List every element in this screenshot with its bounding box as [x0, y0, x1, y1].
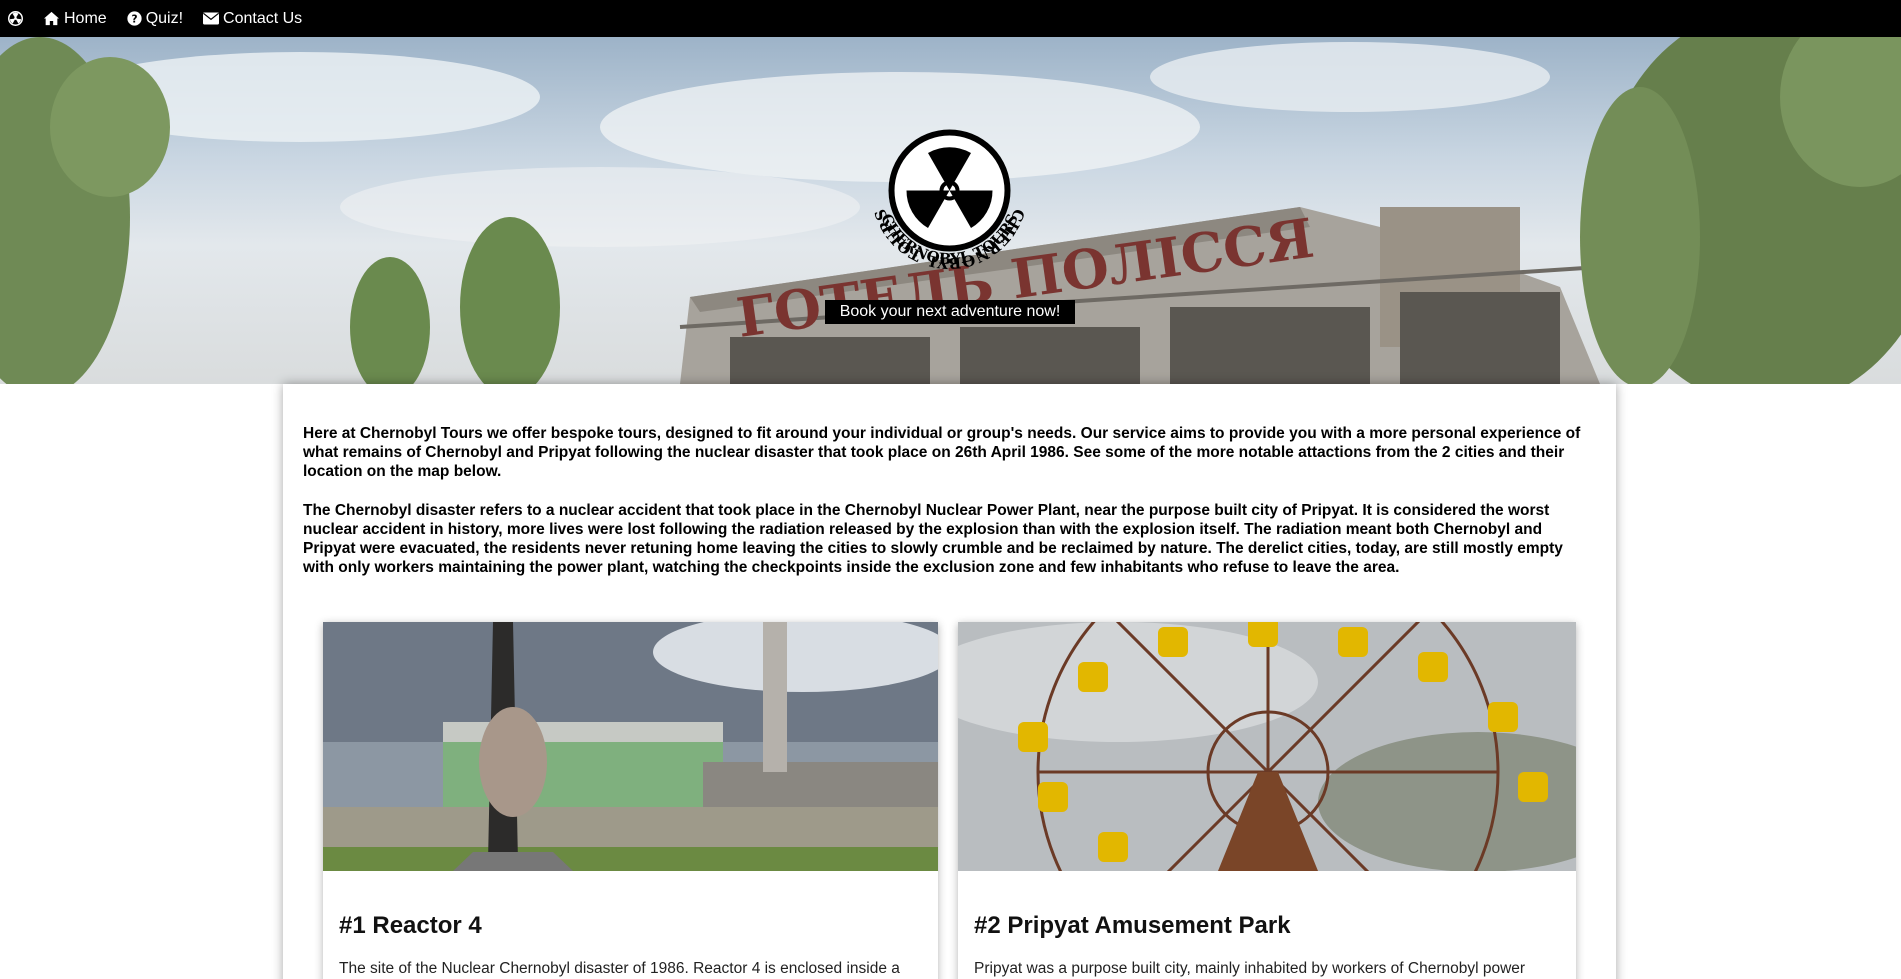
- nav-contact-label: Contact Us: [223, 9, 303, 27]
- chernobyl-tours-logo: CHERNOBYL TOURS CHERNOBYL TOURS: [871, 129, 1028, 272]
- attraction-card[interactable]: #1 Reactor 4 The site of the Nuclear Che…: [323, 622, 938, 979]
- home-icon: [44, 11, 59, 26]
- nav-quiz-label: Quiz!: [145, 9, 184, 27]
- attraction-title: #2 Pripyat Amusement Park: [974, 912, 1291, 939]
- nav-quiz[interactable]: ? Quiz!: [127, 10, 183, 28]
- radiation-icon[interactable]: [8, 11, 23, 26]
- nav-home-label: Home: [64, 9, 107, 27]
- top-navbar: Home ? Quiz! Contact Us: [0, 0, 1901, 37]
- attraction-card[interactable]: #2 Pripyat Amusement Park Pripyat was a …: [958, 622, 1576, 979]
- book-adventure-button[interactable]: Book your next adventure now!: [825, 300, 1075, 324]
- intro-text: Here at Chernobyl Tours we offer bespoke…: [303, 424, 1593, 597]
- nav-contact[interactable]: Contact Us: [203, 10, 302, 28]
- attraction-description: Pripyat was a purpose built city, mainly…: [974, 960, 1526, 977]
- amusement-park-image: [958, 622, 1576, 871]
- question-circle-icon: ?: [127, 11, 142, 26]
- intro-paragraph-2: The Chernobyl disaster refers to a nucle…: [303, 502, 1563, 576]
- attraction-description: The site of the Nuclear Chernobyl disast…: [339, 960, 900, 977]
- main-content-card: Here at Chernobyl Tours we offer bespoke…: [283, 384, 1616, 979]
- intro-paragraph-1: Here at Chernobyl Tours we offer bespoke…: [303, 425, 1581, 480]
- envelope-icon: [203, 12, 220, 25]
- svg-text:?: ?: [131, 13, 137, 25]
- nav-home[interactable]: Home: [43, 10, 107, 28]
- reactor-4-image: [323, 622, 938, 871]
- hero-banner: ГОТЕЛЬ ПОЛІССЯ CHERNOBYL TOURS CHERNOBYL…: [0, 37, 1901, 384]
- attraction-title: #1 Reactor 4: [339, 912, 482, 939]
